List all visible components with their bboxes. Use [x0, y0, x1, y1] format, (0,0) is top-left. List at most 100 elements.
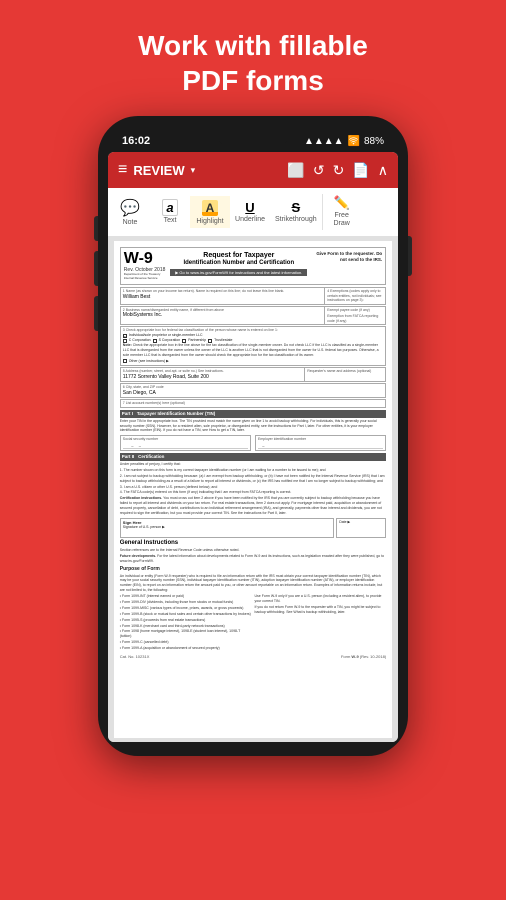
- requester-label: Requester's name and address (optional): [307, 369, 383, 374]
- general-header: General Instructions: [120, 540, 386, 548]
- text-icon: a: [162, 199, 177, 216]
- cb-trust: [208, 339, 212, 343]
- w9-give-form: Give Form to the requester. Do not send …: [312, 251, 382, 263]
- strikethrough-label: Strikethrough: [275, 216, 317, 223]
- cb-scorp: [153, 339, 157, 343]
- signature-line: [123, 530, 331, 536]
- purpose-text: An individual or entity (Form W-9 reques…: [120, 574, 386, 594]
- w9-subtitle: Identification Number and Certification: [170, 260, 307, 268]
- annotation-underline[interactable]: U Underline: [230, 197, 270, 226]
- cert-item-4: 4. The FATCA code(s) entered on this for…: [120, 490, 386, 495]
- city-value: San Diego, CA: [123, 390, 383, 397]
- review-label: REVIEW: [133, 163, 184, 178]
- phone-time: 16:02: [122, 135, 150, 147]
- checkbox-row-corp: C Corporation S Corporation Partnership …: [123, 338, 383, 343]
- date-box: Date ▶: [336, 518, 386, 538]
- status-icons: ▲▲▲▲ 🛜 88%: [304, 136, 384, 147]
- cb-ccorp: [123, 339, 127, 343]
- annotation-note[interactable]: 💬 Note: [110, 195, 150, 229]
- name-cell: 1 Name (as shown on your income tax retu…: [121, 288, 325, 304]
- tin-fields: Social security number – – Employer iden…: [120, 435, 386, 451]
- annotation-highlight[interactable]: A Highlight: [190, 196, 230, 228]
- cat-number: Cat. No. 10231X: [120, 654, 150, 659]
- dropdown-arrow-icon[interactable]: ▾: [191, 165, 196, 176]
- free-draw-icon: ✏️: [334, 195, 350, 211]
- toolbar-right: ⬜ ↺ ↻ 📄 ∧: [287, 162, 388, 179]
- exempt-payee-cell: Exempt payee code (if any) Exemption fro…: [325, 307, 385, 325]
- account-label: 7 List account number(s) here (optional): [123, 401, 383, 406]
- w9-url: ▶ Go to www.irs.gov/FormW9 for instructi…: [170, 269, 307, 276]
- purpose-title: Purpose of Form: [120, 566, 386, 573]
- ssn-input: – –: [123, 443, 248, 449]
- form-items-right: Use Form W-9 only if you are a U.S. pers…: [255, 594, 387, 652]
- menu-icon[interactable]: ≡: [118, 161, 127, 179]
- form-item-1099-misc: • Form 1099-MISC (various types of incom…: [120, 606, 252, 611]
- sign-section: Sign Here Signature of U.S. person ▶ Dat…: [120, 518, 386, 538]
- free-draw-label: FreeDraw: [333, 212, 349, 229]
- w9-form-id: W-9 Rev. October 2018 Department of the …: [124, 251, 166, 281]
- power-button: [408, 236, 412, 276]
- underline-icon: U: [245, 200, 254, 215]
- exemption-cell: 4 Exemptions (codes apply only to certai…: [325, 288, 385, 304]
- date-line: [339, 524, 383, 530]
- exemption-label: 4 Exemptions (codes apply only to certai…: [327, 289, 383, 303]
- city-cell: 6 City, state, and ZIP code San Diego, C…: [121, 384, 385, 397]
- undo-icon[interactable]: ↺: [313, 162, 325, 179]
- part1-label: Taxpayer Identification Number (TIN): [137, 411, 215, 416]
- phone-notch: [218, 132, 288, 146]
- note-icon: 💬: [120, 198, 140, 218]
- cert-instructions: Certification instructions. You must cro…: [120, 496, 386, 516]
- form-items-left: • Form 1099-INT (interest earned or paid…: [120, 594, 252, 652]
- battery-indicator: 88%: [364, 136, 384, 147]
- phone-screen: ≡ REVIEW ▾ ⬜ ↺ ↻ 📄 ∧ 💬 Note: [108, 152, 398, 742]
- annotation-strikethrough[interactable]: S Strikethrough: [270, 197, 322, 226]
- annotation-free-draw[interactable]: ✏️ FreeDraw: [323, 192, 361, 232]
- phone-shell: 16:02 ▲▲▲▲ 🛜 88% ≡ REVIEW ▾ ⬜ ↺ ↻: [98, 116, 408, 756]
- part2-label: Certification: [138, 454, 164, 459]
- underline-label: Underline: [235, 216, 265, 223]
- address-row: 5 Address (number, street, and apt. or s…: [120, 367, 386, 382]
- future-dev: Future developments. For the latest info…: [120, 554, 386, 564]
- ein-label: Employer identification number: [258, 437, 383, 442]
- section-refs: Section references are to the Internal R…: [120, 548, 386, 553]
- checkbox-row-individual: ● Individual/sole proprietor or single-m…: [123, 333, 383, 338]
- w9-title: Request for Taxpayer: [170, 251, 307, 260]
- address-cell: 5 Address (number, street, and apt. or s…: [121, 368, 305, 381]
- save-icon[interactable]: ⬜: [287, 162, 304, 179]
- cb-other: [123, 359, 127, 363]
- hero-line2: PDF forms: [182, 65, 324, 96]
- phone-device: 16:02 ▲▲▲▲ 🛜 88% ≡ REVIEW ▾ ⬜ ↺ ↻: [98, 116, 408, 756]
- cert-item-2: 2. I am not subject to backup withholdin…: [120, 474, 386, 484]
- certification-text: Under penalties of perjury, I certify th…: [120, 462, 386, 467]
- name-row: 1 Name (as shown on your income tax retu…: [120, 287, 386, 305]
- redo-icon[interactable]: ↻: [333, 162, 345, 179]
- ein-input: –: [258, 443, 383, 449]
- pdf-page: W-9 Rev. October 2018 Department of the …: [114, 241, 392, 738]
- ssn-label: Social security number: [123, 437, 248, 442]
- part2-header: Part II Certification: [120, 453, 386, 461]
- form-items-section: • Form 1099-INT (interest earned or paid…: [120, 594, 386, 652]
- ssn-box: Social security number – –: [120, 435, 251, 451]
- collapse-icon[interactable]: ∧: [378, 162, 388, 179]
- form-footer-label: Form W-9 (Rev. 10-2018): [341, 654, 386, 659]
- highlight-label: Highlight: [196, 218, 223, 225]
- business-row: 2 Business name/disregarded entity name,…: [120, 306, 386, 326]
- backup-withholding-text: If you do not return Form W-9 to the req…: [255, 605, 387, 615]
- form-item-1099-k: • Form 1098-K (merchant card and third-p…: [120, 624, 252, 629]
- pdf-area[interactable]: W-9 Rev. October 2018 Department of the …: [108, 237, 398, 742]
- w9-number: W-9: [124, 251, 166, 267]
- city-row: 6 City, state, and ZIP code San Diego, C…: [120, 383, 386, 398]
- tax-class-cell: 3 Check appropriate box for federal tax …: [121, 327, 385, 365]
- name-value: William Best: [123, 294, 322, 301]
- bookmark-icon[interactable]: 📄: [352, 162, 369, 179]
- form-item-1099-int: • Form 1099-INT (interest earned or paid…: [120, 594, 252, 599]
- tax-class-label: 3 Check appropriate box for federal tax …: [123, 328, 383, 333]
- requester-cell: Requester's name and address (optional): [305, 368, 385, 381]
- form-item-1098: • Form 1098 (home mortgage interest), 10…: [120, 629, 252, 639]
- form-item-1099-c: • Form 1099-C (cancelled debt): [120, 640, 252, 645]
- part1-title: Part I: [122, 411, 133, 416]
- annotation-text[interactable]: a Text: [150, 196, 190, 227]
- highlight-icon: A: [202, 199, 219, 217]
- w9-header: W-9 Rev. October 2018 Department of the …: [120, 247, 386, 285]
- form-footer: Cat. No. 10231X Form W-9 (Rev. 10-2018): [120, 654, 386, 659]
